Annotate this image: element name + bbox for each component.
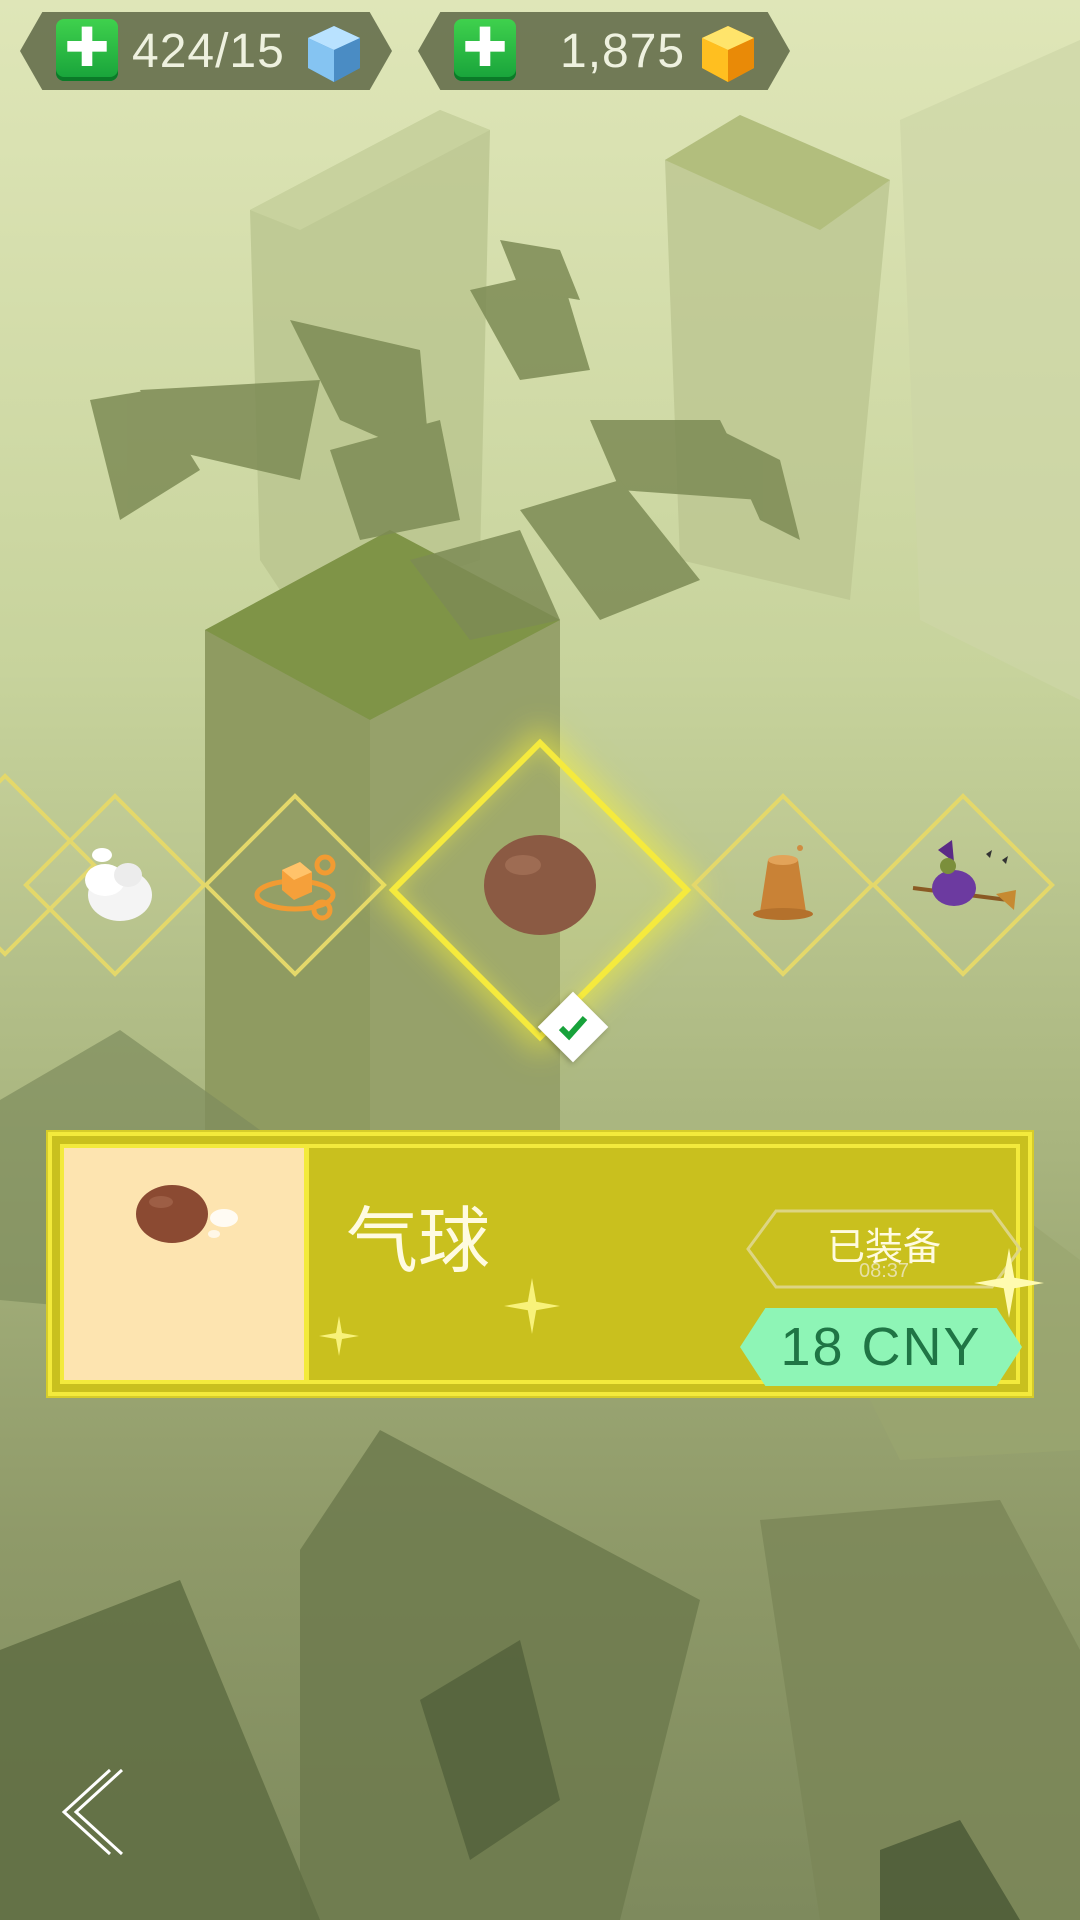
balloon-item-icon: [433, 783, 647, 997]
add-gems-button[interactable]: ✚: [56, 19, 118, 81]
sparkle-icon: [504, 1278, 560, 1338]
gems-count: 424/15: [132, 25, 285, 78]
blue-cube-icon: [304, 24, 364, 84]
sparkle-icon: [974, 1248, 1044, 1322]
checkmark-icon: [548, 1002, 598, 1052]
item-info-panel: 气球 已装备 08:37 18 CNY: [48, 1132, 1044, 1396]
sparkle-icon: [319, 1316, 359, 1360]
orbit-cube-item-icon: [230, 820, 360, 950]
back-button[interactable]: [50, 1762, 130, 1862]
item-name: 气球: [346, 1199, 491, 1283]
back-chevron-icon: [61, 1768, 124, 1856]
item-info-panel-inner: 气球 已装备 08:37 18 CNY: [60, 1144, 1044, 1386]
balloon-thumbnail-icon: [136, 1185, 238, 1243]
stump-item-icon: [718, 820, 848, 950]
item-thumbnail: [64, 1148, 309, 1380]
plus-icon: ✚: [462, 16, 508, 79]
coins-count: 1,875: [560, 25, 686, 78]
price-label: 18 CNY: [780, 1317, 982, 1377]
add-coins-button[interactable]: ✚: [454, 19, 516, 81]
gems-counter-bar: ✚ 424/15: [20, 12, 392, 90]
witch-item-icon: [898, 820, 1028, 950]
cloud-item-icon: [50, 820, 180, 950]
coins-counter-bar: ✚ 1,875: [418, 12, 790, 90]
plus-icon: ✚: [64, 16, 110, 79]
gold-gem-icon: [698, 24, 758, 84]
